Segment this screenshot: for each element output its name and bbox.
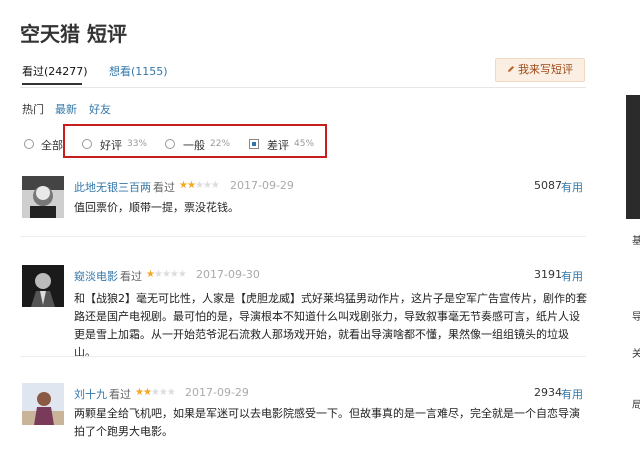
review-date: 2017-09-29 (185, 386, 249, 399)
sort-hot[interactable]: 热门 (22, 101, 44, 117)
star-empty-icon: ★ (177, 269, 187, 280)
star-empty-icon: ★ (210, 180, 220, 191)
review-divider (20, 236, 586, 237)
avatar[interactable] (22, 265, 64, 307)
review-user[interactable]: 窥淡电影 (74, 268, 118, 284)
write-review-button[interactable]: 我来写短评 (495, 58, 585, 82)
sidebar-text: 关 (632, 349, 640, 360)
sort-newest[interactable]: 最新 (55, 101, 77, 117)
rating-stars: ★★★★★ (146, 269, 187, 280)
review-action: 看过 (120, 270, 142, 283)
star-filled-icon: ★ (179, 180, 188, 191)
star-empty-icon: ★ (161, 269, 171, 280)
divider (20, 87, 586, 88)
review-user[interactable]: 刘十九 (74, 386, 107, 402)
star-empty-icon: ★ (158, 387, 168, 398)
star-filled-icon: ★ (146, 269, 155, 280)
sidebar-text: 导 (632, 312, 640, 323)
star-empty-icon: ★ (169, 269, 179, 280)
page-title: 空天猎 短评 (20, 22, 127, 46)
rating-stars: ★★★★★ (179, 180, 220, 191)
vote-count: 5087 (534, 179, 562, 192)
star-empty-icon: ★ (150, 387, 160, 398)
star-filled-icon: ★ (135, 387, 144, 398)
filter-all-label[interactable]: 全部 (41, 137, 63, 153)
review-divider (20, 356, 586, 357)
star-filled-icon: ★ (186, 180, 196, 191)
review-content: 和【战狼2】毫无可比性，人家是【虎胆龙威】式好莱坞猛男动作片，这片子是空军广告宣… (74, 292, 587, 359)
avatar[interactable] (22, 176, 64, 218)
avatar[interactable] (22, 383, 64, 425)
review-action: 看过 (109, 388, 131, 401)
review-date: 2017-09-29 (230, 179, 294, 192)
review-content: 值回票价，顺带一提，票没花钱。 (74, 201, 239, 214)
vote-count: 2934 (534, 386, 562, 399)
write-review-label: 我来写短评 (518, 63, 573, 76)
review-date: 2017-09-30 (196, 268, 260, 281)
pencil-icon (508, 66, 514, 72)
sidebar-text: 基 (632, 236, 640, 247)
sort-friends[interactable]: 好友 (89, 101, 111, 117)
rating-stars: ★★★★★ (135, 387, 176, 398)
useful-button[interactable]: 有用 (561, 179, 583, 195)
review-user[interactable]: 此地无银三百两 (74, 179, 151, 195)
star-empty-icon: ★ (194, 180, 204, 191)
sidebar-poster[interactable] (626, 95, 640, 219)
review-content: 两颗星全给飞机吧，如果是军迷可以去电影院感受一下。但故事真的是一言难尽，完全就是… (74, 407, 580, 438)
useful-button[interactable]: 有用 (561, 268, 583, 284)
star-empty-icon: ★ (202, 180, 212, 191)
tab-want-to-watch[interactable]: 想看(1155) (109, 63, 168, 79)
filter-all-radio[interactable] (24, 139, 34, 149)
star-filled-icon: ★ (142, 387, 152, 398)
star-empty-icon: ★ (153, 269, 163, 280)
highlight-box (63, 124, 327, 158)
tab-watched[interactable]: 看过(24277) (22, 63, 88, 79)
useful-button[interactable]: 有用 (561, 386, 583, 402)
active-tab-indicator (22, 83, 82, 85)
vote-count: 3191 (534, 268, 562, 281)
star-empty-icon: ★ (166, 387, 176, 398)
review-action: 看过 (153, 181, 175, 194)
sidebar-text: 局 (632, 400, 640, 411)
